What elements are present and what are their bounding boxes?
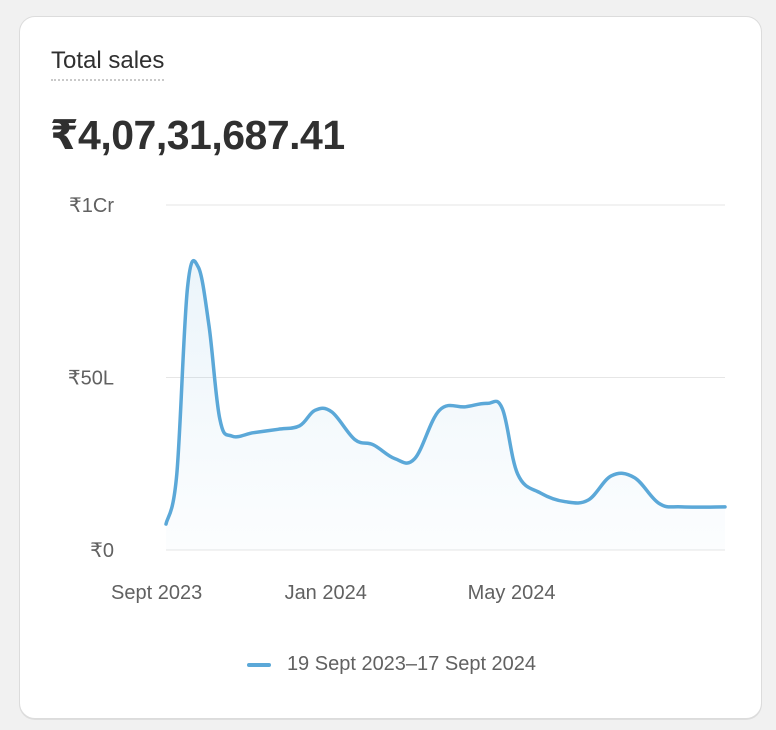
y-tick-label: ₹1Cr xyxy=(69,195,114,217)
x-tick-label: Jan 2024 xyxy=(285,582,367,604)
chart-legend[interactable]: 19 Sept 2023–17 Sept 2024 xyxy=(20,653,763,676)
total-sales-card: Total sales ₹4,07,31,687.41 ₹0 ₹50L ₹1Cr Se… xyxy=(19,16,762,719)
y-tick-label: ₹0 xyxy=(90,540,114,562)
x-tick-label: May 2024 xyxy=(468,582,556,604)
y-tick-label: ₹50L xyxy=(68,368,114,390)
x-tick-label: Sept 2023 xyxy=(111,582,202,604)
sales-chart: ₹0 ₹50L ₹1Cr Sept 2023 Jan 2024 May 2024 xyxy=(68,195,727,604)
legend-label: 19 Sept 2023–17 Sept 2024 xyxy=(286,653,537,675)
legend-swatch xyxy=(246,662,271,667)
